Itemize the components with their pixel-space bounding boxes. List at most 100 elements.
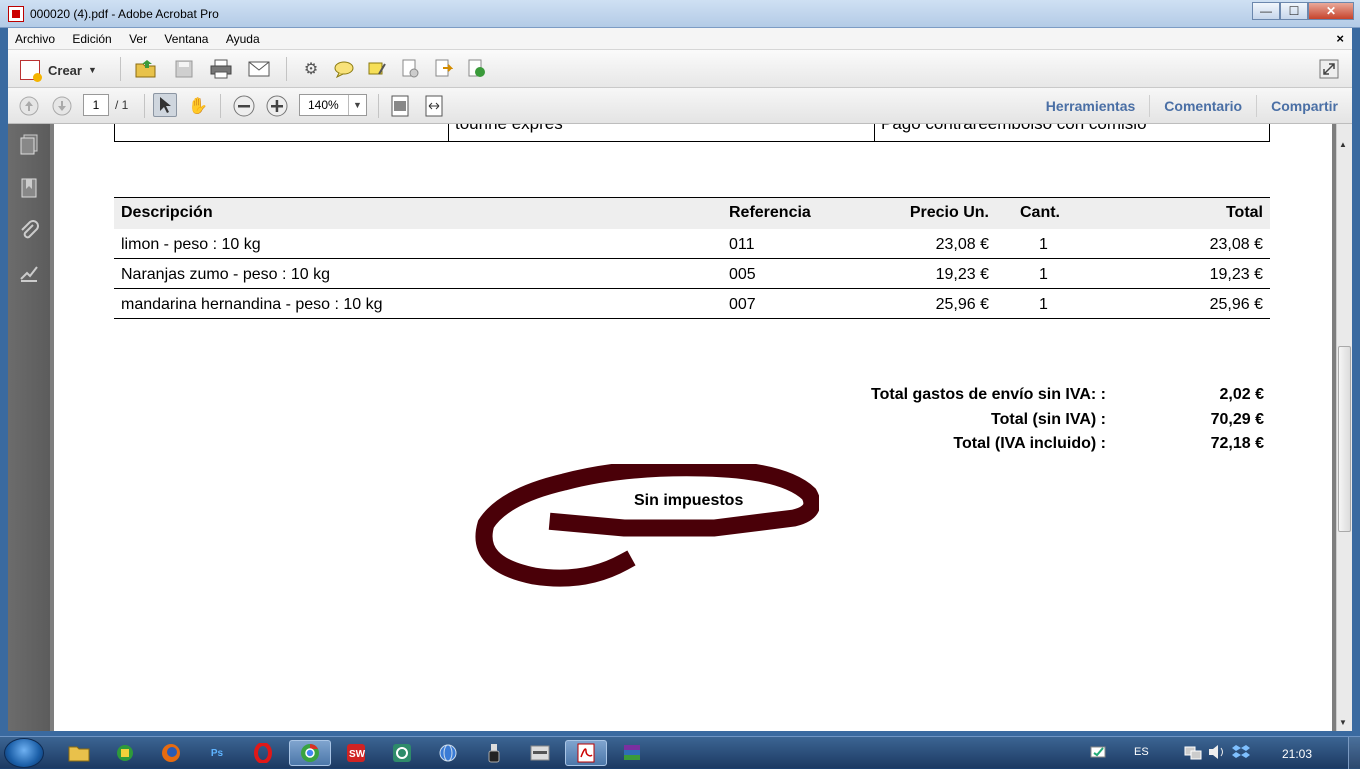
firefox-icon[interactable] xyxy=(150,740,192,766)
pdf-file-icon xyxy=(8,6,24,22)
chevron-down-icon[interactable]: ▼ xyxy=(348,95,366,115)
page-thumbnails-icon[interactable] xyxy=(18,134,40,156)
show-desktop-button[interactable] xyxy=(1348,737,1360,769)
scroll-up-icon[interactable]: ▲ xyxy=(1339,140,1347,149)
expand-view-icon[interactable] xyxy=(1317,57,1341,81)
grand-total-label: Total (IVA incluido) : xyxy=(953,435,1106,452)
grand-total-value: 72,18 € xyxy=(1210,435,1264,452)
row-total: 19,23 € xyxy=(1209,266,1263,283)
zoom-level-select[interactable]: 140% ▼ xyxy=(299,94,367,116)
carrier-cell: tourine expres xyxy=(448,124,874,142)
subtotal-label: Total (sin IVA) : xyxy=(991,410,1106,428)
shipping-payment-table: tourine expres Pago contrareembolso con … xyxy=(114,124,1270,142)
menu-edicion[interactable]: Edición xyxy=(65,28,118,50)
title-bar[interactable]: 000020 (4).pdf - Adobe Acrobat Pro — ☐ ✕ xyxy=(0,0,1360,28)
shipping-total-value: 2,02 € xyxy=(1219,386,1264,403)
volume-icon[interactable] xyxy=(1208,744,1226,763)
scrollbar-thumb[interactable] xyxy=(1338,346,1351,532)
acrobat-icon[interactable] xyxy=(565,740,607,766)
paperclip-icon[interactable] xyxy=(18,220,40,242)
row-description: mandarina hernandina - peso : 10 kg xyxy=(121,296,383,313)
fit-width-icon[interactable] xyxy=(422,94,446,118)
close-window-button[interactable]: ✕ xyxy=(1308,2,1354,20)
seo-icon[interactable] xyxy=(519,740,561,766)
close-document-button[interactable]: × xyxy=(1336,31,1344,46)
email-icon[interactable] xyxy=(247,57,271,81)
print-icon[interactable] xyxy=(209,57,233,81)
row-quantity: 1 xyxy=(1039,266,1048,283)
row-description: limon - peso : 10 kg xyxy=(121,236,261,253)
header-description: Descripción xyxy=(121,204,213,221)
shipping-total-label: Total gastos de envío sin IVA: : xyxy=(871,386,1106,403)
fit-page-icon[interactable] xyxy=(388,94,412,118)
gear-icon[interactable]: ⚙ xyxy=(299,57,323,81)
delete-page-icon[interactable] xyxy=(398,57,422,81)
comment-bubble-icon[interactable] xyxy=(332,57,356,81)
dropbox-icon[interactable] xyxy=(1232,744,1250,763)
scroll-down-icon[interactable]: ▼ xyxy=(1339,718,1347,727)
open-folder-icon[interactable] xyxy=(134,57,158,81)
create-pdf-icon xyxy=(20,60,42,82)
menu-ayuda[interactable]: Ayuda xyxy=(219,28,267,50)
annotation-text: Sin impuestos xyxy=(634,492,744,509)
chrome-icon[interactable] xyxy=(289,740,331,766)
menu-ver[interactable]: Ver xyxy=(122,28,154,50)
app-sw-icon[interactable]: SW xyxy=(335,740,377,766)
clock[interactable]: 21:03 xyxy=(1282,747,1312,761)
bookmarks-icon[interactable] xyxy=(18,177,40,199)
select-tool-icon[interactable] xyxy=(153,93,177,117)
zoom-out-icon[interactable] xyxy=(232,94,256,118)
menu-ventana[interactable]: Ventana xyxy=(157,28,215,50)
usb-icon[interactable] xyxy=(473,740,515,766)
minimize-button[interactable]: — xyxy=(1252,2,1280,20)
insert-page-icon[interactable] xyxy=(464,57,488,81)
previous-page-icon[interactable] xyxy=(17,94,41,118)
window-title: 000020 (4).pdf - Adobe Acrobat Pro xyxy=(30,7,219,21)
subtotal-value: 70,29 € xyxy=(1210,410,1264,428)
action-center-icon[interactable] xyxy=(1090,744,1106,763)
row-quantity: 1 xyxy=(1039,296,1048,313)
create-button[interactable]: Crear ▼ xyxy=(20,58,97,82)
signature-icon[interactable] xyxy=(18,263,40,285)
row-reference: 011 xyxy=(729,236,755,253)
main-toolbar: Crear ▼ ⚙ xyxy=(8,50,1352,88)
app-globe-icon[interactable] xyxy=(427,740,469,766)
chevron-down-icon: ▼ xyxy=(87,65,97,75)
app-g-icon[interactable] xyxy=(381,740,423,766)
freehand-ink-annotation[interactable] xyxy=(474,464,819,590)
page-number-input[interactable]: 1 xyxy=(83,94,109,116)
hand-tool-icon[interactable]: ✋ xyxy=(186,94,210,118)
opera-icon[interactable] xyxy=(242,740,284,766)
menu-archivo[interactable]: Archivo xyxy=(8,28,62,50)
save-icon[interactable] xyxy=(172,57,196,81)
toolbar-divider xyxy=(378,94,379,118)
toolbar-divider xyxy=(144,94,145,118)
highlight-text-icon[interactable] xyxy=(365,57,389,81)
row-reference: 007 xyxy=(729,296,756,313)
totals-row: Total gastos de envío sin IVA: : 2,02 € xyxy=(54,386,1270,411)
winrar-icon[interactable] xyxy=(611,740,653,766)
row-unit-price: 23,08 € xyxy=(935,236,989,253)
next-page-icon[interactable] xyxy=(50,94,74,118)
photoshop-icon[interactable]: Ps xyxy=(196,740,238,766)
items-table: Descripción Referencia Precio Un. Cant. … xyxy=(114,197,1270,319)
document-viewport[interactable]: tourine expres Pago contrareembolso con … xyxy=(50,124,1336,731)
comment-panel-link[interactable]: Comentario xyxy=(1149,95,1256,117)
app-green-icon[interactable] xyxy=(104,740,146,766)
language-indicator[interactable]: ES xyxy=(1134,746,1149,758)
navigation-pane xyxy=(8,124,50,731)
zoom-in-icon[interactable] xyxy=(265,94,289,118)
menu-bar: Archivo Edición Ver Ventana Ayuda × xyxy=(8,28,1352,50)
export-page-icon[interactable] xyxy=(431,57,455,81)
zoom-level-value: 140% xyxy=(308,98,339,112)
tools-panel-link[interactable]: Herramientas xyxy=(1032,95,1150,117)
share-panel-link[interactable]: Compartir xyxy=(1256,95,1352,117)
maximize-button[interactable]: ☐ xyxy=(1280,2,1308,20)
network-icon[interactable] xyxy=(1184,745,1202,764)
vertical-scrollbar[interactable]: ▲ ▼ xyxy=(1336,124,1352,731)
items-table-header: Descripción Referencia Precio Un. Cant. … xyxy=(114,197,1270,229)
acrobat-window: 000020 (4).pdf - Adobe Acrobat Pro — ☐ ✕… xyxy=(0,0,1360,736)
row-unit-price: 19,23 € xyxy=(935,266,989,283)
explorer-icon[interactable] xyxy=(58,740,100,766)
start-button[interactable] xyxy=(4,738,44,768)
